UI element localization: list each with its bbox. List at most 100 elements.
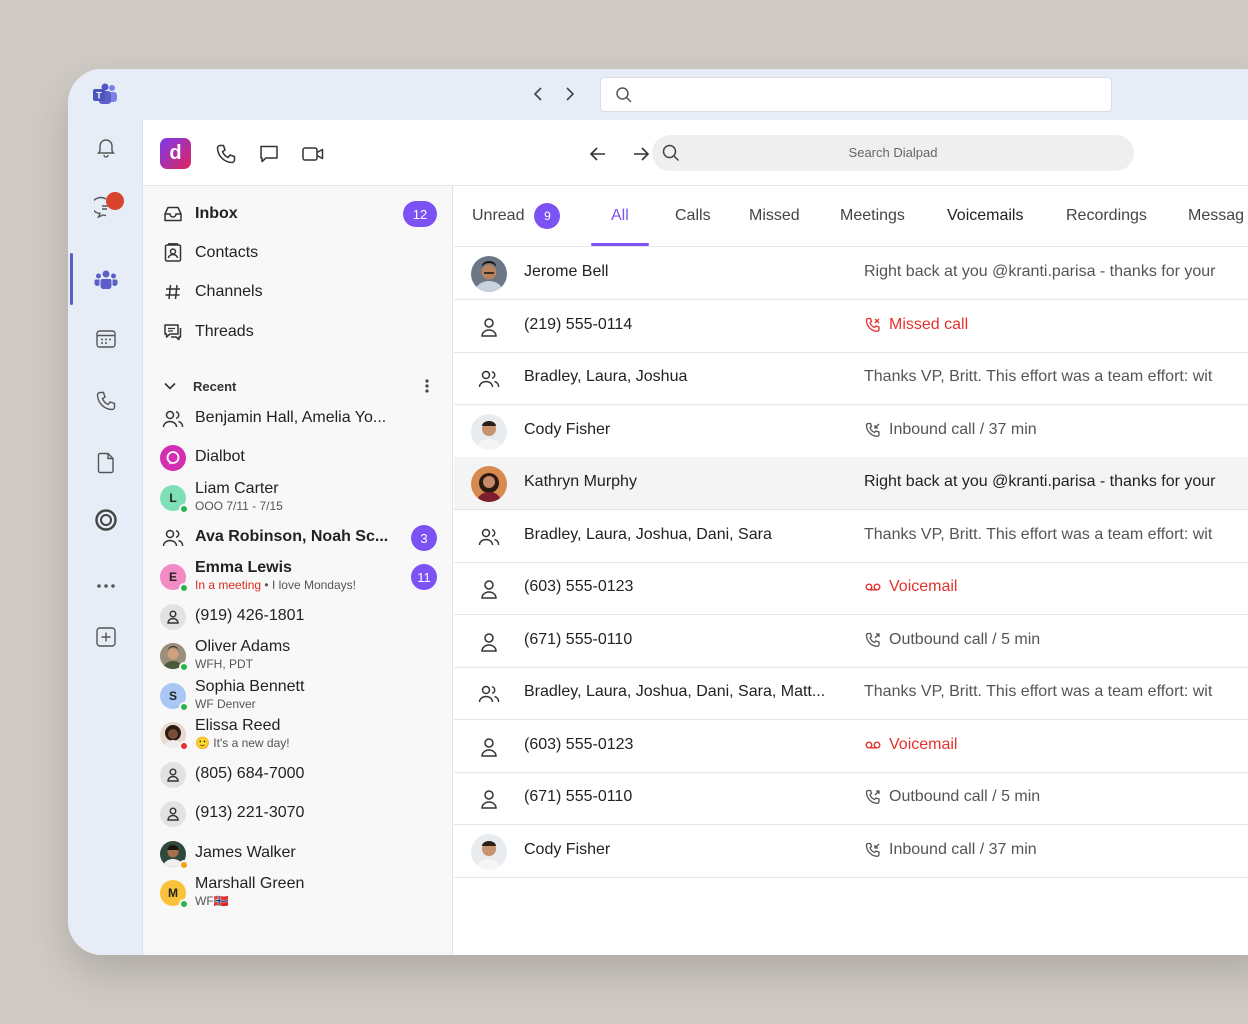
teams-icon xyxy=(94,270,117,289)
avatar xyxy=(471,256,507,292)
tab-label: All xyxy=(611,207,629,224)
tab-calls[interactable]: Calls xyxy=(675,186,711,246)
conversation-row[interactable]: (603) 555-0123 Voicemail xyxy=(454,562,1248,615)
conversation-row[interactable]: (603) 555-0123 Voicemail xyxy=(454,720,1248,773)
tab-label: Voicemails xyxy=(947,207,1024,224)
forward-button[interactable] xyxy=(629,142,653,166)
unread-count-badge: 9 xyxy=(534,203,561,229)
rail-activity[interactable] xyxy=(68,125,143,169)
recent-item[interactable]: (919) 426-1801 xyxy=(143,597,453,637)
recent-item[interactable]: (913) 221-3070 xyxy=(143,794,453,834)
tab-label: Missed xyxy=(749,207,800,224)
conversation-row[interactable]: (671) 555-0110 Outbound call / 5 min xyxy=(454,615,1248,668)
conversation-row[interactable]: (671) 555-0110 Outbound call / 5 min xyxy=(454,772,1248,825)
recent-options-button[interactable] xyxy=(419,375,435,397)
active-tab-indicator xyxy=(591,243,649,246)
person-icon xyxy=(471,729,507,765)
nav-item-inbox[interactable]: Inbox 12 xyxy=(143,196,453,232)
nav-item-threads[interactable]: Threads xyxy=(143,314,453,350)
row-message: Outbound call / 5 min xyxy=(864,788,1040,806)
back-button[interactable] xyxy=(586,142,610,166)
conversation-row[interactable]: Bradley, Laura, Joshua Thanks VP, Britt.… xyxy=(454,352,1248,405)
dialbot-icon xyxy=(160,445,186,471)
tab-messages[interactable]: Messag xyxy=(1188,186,1244,246)
back-arrow-icon[interactable] xyxy=(527,83,549,105)
threads-icon xyxy=(163,322,183,342)
teams-search-input[interactable] xyxy=(600,77,1112,112)
nav-item-contacts[interactable]: Contacts xyxy=(143,235,453,271)
recent-item-name: Liam Carter xyxy=(195,480,279,497)
rail-calendar[interactable] xyxy=(68,317,143,361)
recent-item[interactable]: Ava Robinson, Noah Sc... 3 xyxy=(143,518,453,558)
row-message-text: Outbound call / 5 min xyxy=(889,788,1041,805)
conversation-row[interactable]: Bradley, Laura, Joshua, Dani, Sara, Matt… xyxy=(454,667,1248,720)
row-name: Cody Fisher xyxy=(524,841,611,858)
rail-calls[interactable] xyxy=(68,379,143,423)
recent-item[interactable]: James Walker xyxy=(143,834,453,874)
nav-item-channels[interactable]: Channels xyxy=(143,274,453,310)
message-button[interactable] xyxy=(257,142,281,166)
row-message-text: Inbound call / 37 min xyxy=(889,421,1037,438)
rail-files[interactable] xyxy=(68,441,143,485)
rail-teams[interactable] xyxy=(68,257,143,301)
tab-meetings[interactable]: Meetings xyxy=(840,186,905,246)
recent-item[interactable]: M Marshall Green WF🇳🇴 xyxy=(143,873,453,913)
recent-item[interactable]: E Emma Lewis In a meeting • I love Monda… xyxy=(143,557,453,597)
add-icon xyxy=(95,627,116,647)
row-message: Missed call xyxy=(864,316,968,334)
forward-arrow-icon[interactable] xyxy=(559,83,581,105)
nav-item-label: Contacts xyxy=(195,244,259,261)
recent-item-name: Marshall Green xyxy=(195,875,305,892)
row-name: (219) 555-0114 xyxy=(524,316,633,333)
chevron-down-icon[interactable] xyxy=(163,381,177,391)
conversation-row[interactable]: (219) 555-0114 Missed call xyxy=(454,300,1248,353)
conversation-row[interactable]: Jerome Bell Right back at you @kranti.pa… xyxy=(454,247,1248,300)
dialpad-logo[interactable]: d xyxy=(160,138,191,169)
rail-more[interactable] xyxy=(68,564,143,608)
conversation-row[interactable]: Bradley, Laura, Joshua, Dani, Sara Thank… xyxy=(454,510,1248,563)
tab-recordings[interactable]: Recordings xyxy=(1066,186,1147,246)
tab-all[interactable]: All xyxy=(611,186,629,246)
recent-item[interactable]: Dialbot xyxy=(143,438,453,478)
recent-item[interactable]: Oliver Adams WFH, PDT xyxy=(143,636,453,676)
recent-item[interactable]: Elissa Reed 🙂 It's a new day! xyxy=(143,715,453,755)
recent-item[interactable]: S Sophia Bennett WF Denver xyxy=(143,676,453,716)
person-icon xyxy=(471,309,507,345)
svg-text:T: T xyxy=(96,91,102,101)
conversation-row[interactable]: Kathryn Murphy Right back at you @kranti… xyxy=(454,457,1248,510)
presence-away-dot xyxy=(179,860,189,870)
bell-icon xyxy=(96,139,115,158)
recent-item[interactable]: L Liam Carter OOO 7/11 - 7/15 xyxy=(143,478,453,518)
recent-item-status: WF Denver xyxy=(195,697,256,711)
avatar-initial: L xyxy=(169,491,177,505)
phone-icon xyxy=(216,144,236,164)
call-button[interactable] xyxy=(214,142,238,166)
teams-logo-icon: T xyxy=(93,83,117,104)
tab-missed[interactable]: Missed xyxy=(749,186,800,246)
row-message: Right back at you @kranti.parisa - thank… xyxy=(864,473,1216,490)
rail-add-app[interactable] xyxy=(68,615,143,659)
tab-voicemails[interactable]: Voicemails xyxy=(947,186,1023,246)
tab-unread[interactable]: Unread 9 xyxy=(472,186,561,246)
recent-item-name: Oliver Adams xyxy=(195,638,291,655)
recent-item[interactable]: Benjamin Hall, Amelia Yo... xyxy=(143,399,453,439)
teams-app-rail xyxy=(68,120,143,955)
conversation-row[interactable]: Cody Fisher Inbound call / 37 min xyxy=(454,405,1248,458)
recent-item[interactable]: (805) 684-7000 xyxy=(143,755,453,795)
row-name: (603) 555-0123 xyxy=(524,736,634,753)
row-name: (603) 555-0123 xyxy=(524,578,634,595)
inbound-call-icon xyxy=(864,841,882,859)
group-icon xyxy=(160,406,186,432)
recent-item-name: Emma Lewis xyxy=(195,559,292,576)
conversation-row[interactable]: Cody Fisher Inbound call / 37 min xyxy=(454,825,1248,878)
person-icon xyxy=(471,781,507,817)
dialpad-search-input[interactable]: Search Dialpad xyxy=(652,135,1134,171)
voicemail-icon xyxy=(864,578,882,596)
video-button[interactable] xyxy=(301,142,325,166)
dialpad-sidebar: Inbox 12 Contacts Channels Threads Recen… xyxy=(143,186,453,955)
rail-dialpad-app[interactable] xyxy=(68,498,143,542)
rail-chat[interactable] xyxy=(68,186,143,230)
recent-item-name: Sophia Bennett xyxy=(195,678,305,695)
dialpad-logo-letter: d xyxy=(169,142,182,164)
unread-count-badge: 12 xyxy=(403,201,437,227)
